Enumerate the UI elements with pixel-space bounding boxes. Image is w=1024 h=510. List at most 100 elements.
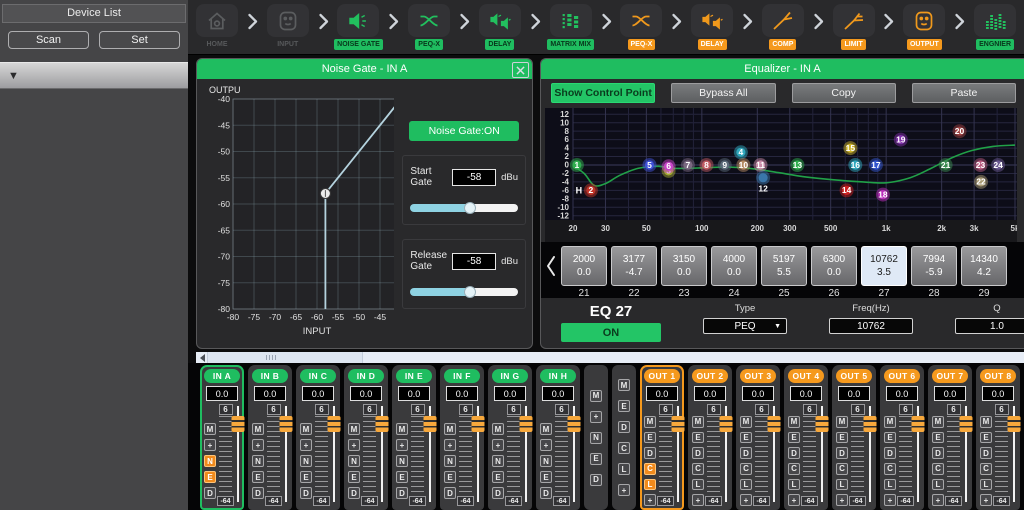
q-input[interactable]: 1.0	[955, 318, 1024, 334]
eq-point-5[interactable]: 5	[643, 158, 657, 172]
channel-btn-plus[interactable]: +	[692, 494, 704, 506]
fader-track[interactable]	[522, 402, 529, 506]
scrollbar-thumb[interactable]	[207, 352, 363, 363]
aux-btn-d[interactable]: D	[618, 421, 630, 433]
fader-track[interactable]	[330, 402, 337, 506]
channel-btn-plus[interactable]: +	[884, 494, 896, 506]
channel-btn-n[interactable]: N	[252, 455, 264, 467]
channel-btn-e[interactable]: E	[252, 471, 264, 483]
fader-track[interactable]	[674, 402, 681, 506]
aux-btn-e[interactable]: E	[590, 453, 602, 465]
channel-btn-d[interactable]: D	[788, 447, 800, 459]
fader-knob[interactable]	[375, 416, 388, 432]
fader-track[interactable]	[426, 402, 433, 506]
eq-point-16[interactable]: 16	[848, 158, 862, 172]
fader-knob[interactable]	[231, 416, 244, 432]
channel-btn-l[interactable]: L	[932, 479, 944, 491]
channel-btn-plus[interactable]: +	[492, 439, 504, 451]
device-list-expander[interactable]: ▼	[0, 62, 188, 89]
channel-btn-d[interactable]: D	[644, 447, 656, 459]
eq-band-button-27[interactable]: 107623.5	[861, 246, 907, 286]
channel-btn-e[interactable]: E	[932, 432, 944, 444]
eq-band-button-21[interactable]: 20000.0	[561, 246, 607, 286]
channel-gain-value[interactable]: 0.0	[934, 386, 966, 401]
channel-strip-in-a[interactable]: IN A0.0M+NED6-64	[200, 365, 244, 510]
channel-gain-value[interactable]: 0.0	[302, 386, 334, 401]
channel-btn-plus[interactable]: +	[300, 439, 312, 451]
eq-point-15[interactable]: 15	[843, 141, 857, 155]
channel-btn-n[interactable]: N	[396, 455, 408, 467]
channel-gain-value[interactable]: 0.0	[886, 386, 918, 401]
channel-btn-e[interactable]: E	[788, 432, 800, 444]
toolbar-item-delay[interactable]: DELAY	[685, 0, 739, 50]
eq-band-button-23[interactable]: 31500.0	[661, 246, 707, 286]
aux-btn-m[interactable]: M	[590, 390, 602, 402]
channel-btn-plus[interactable]: +	[836, 494, 848, 506]
channel-strip-in-c[interactable]: IN C0.0M+NED6-64	[296, 365, 340, 510]
fader-knob[interactable]	[327, 416, 340, 432]
channel-btn-d[interactable]: D	[444, 487, 456, 499]
channel-gain-value[interactable]: 0.0	[694, 386, 726, 401]
channel-btn-plus[interactable]: +	[348, 439, 360, 451]
channel-gain-value[interactable]: 0.0	[838, 386, 870, 401]
channel-btn-m[interactable]: M	[932, 416, 944, 428]
bypass-all-button[interactable]: Bypass All	[671, 83, 775, 103]
channel-btn-plus[interactable]: +	[932, 494, 944, 506]
freq-input[interactable]: 10762	[829, 318, 913, 334]
channel-btn-e[interactable]: E	[692, 432, 704, 444]
fader-track[interactable]	[282, 402, 289, 506]
channel-btn-plus[interactable]: +	[204, 439, 216, 451]
channel-gain-value[interactable]: 0.0	[254, 386, 286, 401]
toolbar-item-engnier[interactable]: ENGNIER	[968, 0, 1022, 50]
noise-gate-graph[interactable]: OUTPU-40-45-50-55-60-65-70-75-80-80-75-7…	[203, 83, 394, 341]
eq-point-22[interactable]: 22	[974, 175, 988, 189]
channel-btn-m[interactable]: M	[348, 423, 360, 435]
channel-btn-e[interactable]: E	[884, 432, 896, 444]
channel-btn-plus[interactable]: +	[444, 439, 456, 451]
paste-button[interactable]: Paste	[912, 83, 1016, 103]
scan-button[interactable]: Scan	[8, 31, 89, 49]
toolbar-item-home[interactable]: HOME	[190, 0, 244, 50]
eq-band-button-26[interactable]: 63000.0	[811, 246, 857, 286]
start-gate-value[interactable]: -58	[452, 169, 496, 186]
channel-btn-e[interactable]: E	[540, 471, 552, 483]
channel-btn-d[interactable]: D	[540, 487, 552, 499]
fader-track[interactable]	[962, 402, 969, 506]
channel-strip-in-g[interactable]: IN G0.0M+NED6-64	[488, 365, 532, 510]
channel-btn-m[interactable]: M	[836, 416, 848, 428]
eq-band-button-25[interactable]: 51975.5	[761, 246, 807, 286]
release-gate-value[interactable]: -58	[452, 253, 496, 270]
channel-gain-value[interactable]: 0.0	[494, 386, 526, 401]
release-gate-slider-knob[interactable]	[464, 286, 476, 298]
channel-gain-value[interactable]: 0.0	[206, 386, 238, 401]
fader-knob[interactable]	[767, 416, 780, 432]
aux-btn-c[interactable]: C	[618, 442, 630, 454]
channel-btn-e[interactable]: E	[644, 432, 656, 444]
eq-point-24[interactable]: 24	[991, 158, 1005, 172]
channel-btn-e[interactable]: E	[204, 471, 216, 483]
fader-knob[interactable]	[719, 416, 732, 432]
eq-point-6[interactable]: 6	[662, 159, 676, 173]
eq-band-button-22[interactable]: 3177-4.7	[611, 246, 657, 286]
channel-btn-c[interactable]: C	[980, 463, 992, 475]
eq-point-11[interactable]: 11	[754, 158, 768, 172]
fader-track[interactable]	[570, 402, 577, 506]
channel-strip-out-8[interactable]: OUT 80.0MEDCL+6-64	[976, 365, 1020, 510]
eq-point-19[interactable]: 19	[894, 133, 908, 147]
fader-track[interactable]	[866, 402, 873, 506]
channel-btn-d[interactable]: D	[980, 447, 992, 459]
aux-btn-plus[interactable]: +	[590, 411, 602, 423]
channel-gain-value[interactable]: 0.0	[398, 386, 430, 401]
aux-btn-e[interactable]: E	[618, 400, 630, 412]
fader-knob[interactable]	[815, 416, 828, 432]
channel-btn-m[interactable]: M	[980, 416, 992, 428]
eq-point-23[interactable]: 23	[974, 158, 988, 172]
channel-btn-plus[interactable]: +	[252, 439, 264, 451]
fader-knob[interactable]	[1007, 416, 1020, 432]
eq-point-17[interactable]: 17	[869, 158, 883, 172]
aux-btn-m[interactable]: M	[618, 379, 630, 391]
fader-track[interactable]	[1010, 402, 1017, 506]
eq-point-9[interactable]: 9	[718, 158, 732, 172]
eq-on-button[interactable]: ON	[561, 323, 661, 342]
start-gate-slider-knob[interactable]	[464, 202, 476, 214]
